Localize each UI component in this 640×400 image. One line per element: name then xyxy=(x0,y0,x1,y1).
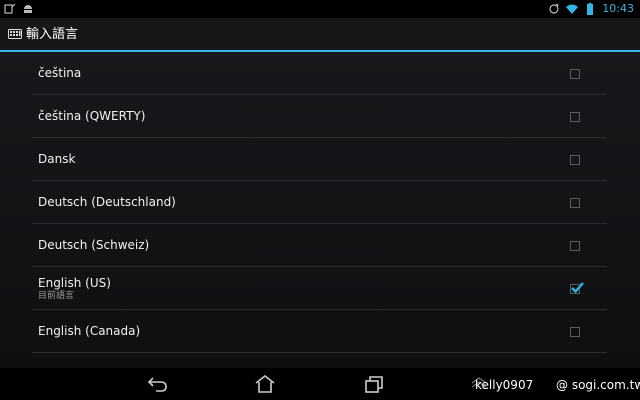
language-row-deutsch-deutschland[interactable]: Deutsch (Deutschland) xyxy=(32,181,607,224)
language-row-cestina[interactable]: čeština xyxy=(32,52,607,95)
language-checkbox[interactable] xyxy=(570,198,580,208)
android-icon xyxy=(24,5,32,13)
language-checkbox[interactable] xyxy=(570,69,580,79)
screenshot-icon xyxy=(4,3,16,14)
page-title: 輸入語言 xyxy=(26,27,79,42)
language-label: čeština (QWERTY) xyxy=(38,109,146,123)
language-label: English (Canada) xyxy=(38,324,141,338)
status-bar: 10:43 xyxy=(0,0,640,18)
language-label: Deutsch (Schweiz) xyxy=(38,238,150,252)
battery-icon xyxy=(587,3,594,15)
language-checkbox[interactable] xyxy=(570,241,580,251)
sync-icon xyxy=(549,3,559,14)
language-label: Deutsch (Deutschland) xyxy=(38,195,176,209)
language-row-english-us[interactable]: English (US) 目前語言 xyxy=(32,267,607,310)
watermark-user: kelly0907 xyxy=(475,378,534,392)
language-row-cestina-qwerty[interactable]: čeština (QWERTY) xyxy=(32,95,607,138)
watermark-site: @ sogi.com.tw xyxy=(556,378,640,392)
language-checkbox[interactable] xyxy=(570,112,580,122)
current-language-note: 目前語言 xyxy=(38,291,75,301)
language-checkbox-checked[interactable] xyxy=(570,282,584,294)
language-checkbox[interactable] xyxy=(570,327,580,337)
wifi-icon xyxy=(566,4,579,14)
language-list: čeština čeština (QWERTY) Dansk Deutsch (… xyxy=(0,52,640,368)
navigation-bar: kelly0907 @ sogi.com.tw xyxy=(0,368,640,400)
language-label: English (US) xyxy=(38,276,111,290)
language-checkbox[interactable] xyxy=(570,155,580,165)
language-label: Dansk xyxy=(38,152,76,166)
checkmark-icon xyxy=(571,282,584,294)
keyboard-icon xyxy=(8,29,22,39)
back-icon[interactable] xyxy=(147,374,169,394)
language-row-english-canada[interactable]: English (Canada) xyxy=(32,310,607,353)
language-row-dansk[interactable]: Dansk xyxy=(32,138,607,181)
recent-apps-icon[interactable] xyxy=(363,374,385,394)
home-icon[interactable] xyxy=(254,374,276,394)
status-time: 10:43 xyxy=(602,2,634,15)
action-bar: 輸入語言 xyxy=(0,18,640,52)
screen: 10:43 輸入語言 čeština čeština (QWERTY) Dans… xyxy=(0,0,640,400)
language-label: čeština xyxy=(38,66,82,80)
language-row-deutsch-schweiz[interactable]: Deutsch (Schweiz) xyxy=(32,224,607,267)
